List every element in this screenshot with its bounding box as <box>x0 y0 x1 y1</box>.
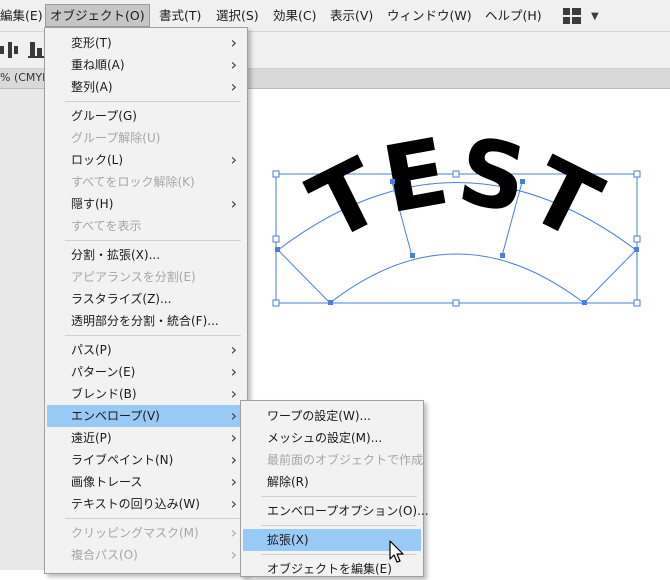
menu-item-label: アピアランスを分割(E) <box>71 270 196 284</box>
menu-item: アピアランスを分割(E) <box>47 266 245 288</box>
menu-item[interactable]: 重ね順(A) › <box>47 54 245 76</box>
menu-item-label: 解除(R) <box>267 475 309 489</box>
chevron-right-icon: › <box>230 340 237 359</box>
menu-item-label: 画像トレース <box>71 475 143 489</box>
menu-item-label: 複合パス(O) <box>71 548 138 562</box>
menu-item[interactable]: 隠す(H) › <box>47 193 245 215</box>
menu-item-label: ロック(L) <box>71 153 124 167</box>
menu-separator <box>65 101 241 102</box>
menu-separator <box>65 240 241 241</box>
menu-item[interactable]: パス(P) › <box>47 339 245 361</box>
menu-item-label: オブジェクトを編集(E) <box>267 562 392 576</box>
menu-item: 最前面のオブジェクトで作成 <box>243 449 424 471</box>
mouse-cursor-icon <box>389 540 404 563</box>
menu-item-label: テキストの回り込み(W) <box>71 497 200 511</box>
menu-item[interactable]: ライブペイント(N) › <box>47 449 245 471</box>
menu-item[interactable]: 整列(A) › <box>47 76 245 98</box>
chevron-right-icon: › <box>230 33 237 52</box>
menu-item-label: 整列(A) <box>71 80 113 94</box>
menu-item[interactable]: 透明部分を分割・統合(F)... <box>47 310 245 332</box>
chevron-right-icon: › <box>230 406 237 425</box>
menu-item[interactable]: グループ(G) <box>47 105 245 127</box>
menu-item[interactable]: エンベロープ(V) › <box>47 405 245 427</box>
menu-item[interactable]: ラスタライズ(Z)... <box>47 288 245 310</box>
menu-item[interactable]: テキストの回り込み(W) › <box>47 493 245 515</box>
warped-text[interactable]: TEST <box>294 117 618 262</box>
menu-item: グループ解除(U) <box>47 127 245 149</box>
menu-item-label: 変形(T) <box>71 36 112 50</box>
menu-item[interactable]: ワープの設定(W)... <box>243 405 421 427</box>
menu-item-label: メッシュの設定(M)... <box>267 431 383 445</box>
object-menu-dropdown: 変形(T) › 重ね順(A) › 整列(A) › グループ(G) グループ解除(U) ロック(L… <box>44 27 248 574</box>
menu-item: すべてを表示 <box>47 215 245 237</box>
menu-item: 複合パス(O) › <box>47 544 245 566</box>
menu-item-label: エンベロープ(V) <box>71 409 160 423</box>
menu-item-label: ワープの設定(W)... <box>267 409 371 423</box>
menu-item[interactable]: エンベロープオプション(O)... <box>243 500 429 522</box>
menu-item-label: 分割・拡張(X)... <box>71 248 161 262</box>
menu-item[interactable]: 分割・拡張(X)... <box>47 244 245 266</box>
chevron-right-icon: › <box>230 450 237 469</box>
chevron-right-icon: › <box>230 545 237 564</box>
menu-item-label: 透明部分を分割・統合(F)... <box>71 314 219 328</box>
menu-item-label: ブレンド(B) <box>71 387 137 401</box>
chevron-right-icon: › <box>230 428 237 447</box>
menu-separator <box>65 518 241 519</box>
chevron-right-icon: › <box>230 194 237 213</box>
chevron-right-icon: › <box>230 150 237 169</box>
menu-item-label: パス(P) <box>71 343 112 357</box>
menu-item: クリッピングマスク(M) › <box>47 522 245 544</box>
menu-item-label: グループ(G) <box>71 109 137 123</box>
menu-separator <box>65 335 241 336</box>
menu-item-label: 最前面のオブジェクトで作成 <box>267 453 424 467</box>
menu-item-label: クリッピングマスク(M) <box>71 526 199 540</box>
chevron-right-icon: › <box>230 362 237 381</box>
menu-item[interactable]: ロック(L) › <box>47 149 245 171</box>
menu-item-label: グループ解除(U) <box>71 131 161 145</box>
menu-item[interactable]: 変形(T) › <box>47 32 245 54</box>
chevron-right-icon: › <box>230 77 237 96</box>
menu-item[interactable]: ブレンド(B) › <box>47 383 245 405</box>
menu-item[interactable]: メッシュの設定(M)... <box>243 427 421 449</box>
menu-item[interactable]: 遠近(P) › <box>47 427 245 449</box>
menu-item-label: すべてをロック解除(K) <box>71 175 195 189</box>
menu-item-label: 重ね順(A) <box>71 58 125 72</box>
chevron-right-icon: › <box>230 472 237 491</box>
menu-item-label: ライブペイント(N) <box>71 453 174 467</box>
menu-item[interactable]: 画像トレース › <box>47 471 245 493</box>
menu-item-label: 拡張(X) <box>267 533 309 547</box>
menu-item: すべてをロック解除(K) <box>47 171 245 193</box>
menu-item-label: 隠す(H) <box>71 197 114 211</box>
menu-item[interactable]: パターン(E) › <box>47 361 245 383</box>
menu-item-label: すべてを表示 <box>71 219 142 233</box>
menu-item-label: エンベロープオプション(O)... <box>267 504 429 518</box>
menu-item-label: 遠近(P) <box>71 431 112 445</box>
menu-item-label: パターン(E) <box>71 365 136 379</box>
chevron-right-icon: › <box>230 494 237 513</box>
menu-separator <box>261 496 417 497</box>
chevron-right-icon: › <box>230 384 237 403</box>
chevron-right-icon: › <box>230 55 237 74</box>
menu-item-label: ラスタライズ(Z)... <box>71 292 172 306</box>
menu-item[interactable]: 解除(R) <box>243 471 421 493</box>
menu-separator <box>261 525 417 526</box>
chevron-right-icon: › <box>230 523 237 542</box>
